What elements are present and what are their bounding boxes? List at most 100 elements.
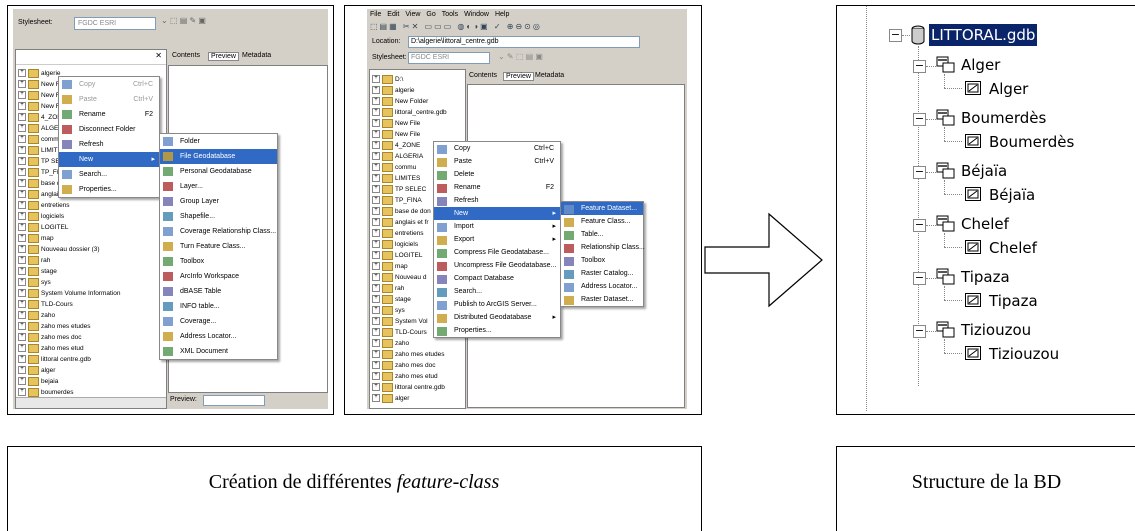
preview-select[interactable] bbox=[203, 395, 265, 406]
menu-item[interactable]: dBASE Table bbox=[160, 284, 277, 299]
menu-item[interactable]: Publish to ArcGIS Server... bbox=[434, 298, 560, 311]
tree-item[interactable]: + stage bbox=[16, 266, 166, 277]
expand-toggle-icon[interactable]: + bbox=[18, 168, 26, 177]
expand-toggle-icon[interactable]: + bbox=[18, 69, 26, 78]
menu-item[interactable]: Refresh bbox=[59, 137, 159, 152]
menu-item[interactable]: Properties... bbox=[59, 182, 159, 197]
menu-item[interactable]: Export ▸ bbox=[434, 233, 560, 246]
tree-item[interactable]: + entretiens bbox=[16, 200, 166, 211]
expand-toggle-icon[interactable]: + bbox=[372, 240, 380, 249]
menu-item[interactable]: Copy Ctrl+C bbox=[59, 77, 159, 92]
menu-item[interactable]: Toolbox bbox=[561, 254, 643, 267]
expand-toggle-icon[interactable]: + bbox=[18, 333, 26, 342]
tab-metadata[interactable]: Metadata bbox=[535, 72, 564, 79]
collapse-toggle-icon[interactable]: − bbox=[913, 60, 926, 73]
tree-item[interactable]: + littoral centre.gdb bbox=[370, 382, 465, 393]
menu-item[interactable]: Toolbox bbox=[160, 254, 277, 269]
dataset-label[interactable]: Chelef bbox=[961, 213, 1009, 235]
expand-toggle-icon[interactable]: + bbox=[18, 234, 26, 243]
expand-toggle-icon[interactable]: + bbox=[18, 212, 26, 221]
menu-item[interactable]: Search... bbox=[434, 285, 560, 298]
expand-toggle-icon[interactable]: + bbox=[372, 86, 380, 95]
menu-item[interactable]: Address Locator... bbox=[160, 329, 277, 344]
expand-toggle-icon[interactable]: + bbox=[18, 355, 26, 364]
expand-toggle-icon[interactable]: + bbox=[372, 108, 380, 117]
expand-toggle-icon[interactable]: + bbox=[372, 372, 380, 381]
feature-class-label[interactable]: Boumerdès bbox=[989, 131, 1074, 153]
feature-class-label[interactable]: Alger bbox=[989, 78, 1028, 100]
menu-item[interactable]: Turn Feature Class... bbox=[160, 239, 277, 254]
dataset-label[interactable]: Tiziouzou bbox=[961, 319, 1031, 341]
tree-item[interactable]: + zaho mes doc bbox=[16, 332, 166, 343]
menu-item[interactable]: Copy Ctrl+C bbox=[434, 142, 560, 155]
expand-toggle-icon[interactable]: + bbox=[18, 190, 26, 199]
tree-item[interactable]: + zaho mes etud bbox=[16, 343, 166, 354]
menubar-item-window[interactable]: Window bbox=[464, 11, 489, 18]
menu-item[interactable]: Delete bbox=[434, 168, 560, 181]
menu-item[interactable]: Paste Ctrl+V bbox=[434, 155, 560, 168]
menu-item[interactable]: ArcInfo Workspace bbox=[160, 269, 277, 284]
expand-toggle-icon[interactable]: + bbox=[372, 317, 380, 326]
expand-toggle-icon[interactable]: + bbox=[372, 262, 380, 271]
expand-toggle-icon[interactable]: + bbox=[372, 207, 380, 216]
expand-toggle-icon[interactable]: + bbox=[18, 311, 26, 320]
expand-toggle-icon[interactable]: + bbox=[18, 91, 26, 100]
expand-toggle-icon[interactable]: + bbox=[372, 383, 380, 392]
menu-item[interactable]: Paste Ctrl+V bbox=[59, 92, 159, 107]
collapse-toggle-icon[interactable]: − bbox=[913, 325, 926, 338]
stylesheet-select[interactable]: FGDC ESRI bbox=[408, 52, 490, 64]
tab-contents[interactable]: Contents bbox=[172, 52, 200, 59]
expand-toggle-icon[interactable]: + bbox=[18, 124, 26, 133]
expand-toggle-icon[interactable]: + bbox=[372, 97, 380, 106]
menu-item[interactable]: Coverage Relationship Class... bbox=[160, 224, 277, 239]
expand-toggle-icon[interactable]: + bbox=[372, 273, 380, 282]
tree-item[interactable]: + System Volume Information bbox=[16, 288, 166, 299]
expand-toggle-icon[interactable]: + bbox=[18, 245, 26, 254]
expand-toggle-icon[interactable]: + bbox=[18, 300, 26, 309]
toolbar-icon-row[interactable]: ⬚▤▦ ✂✕ ▭▭▭ ◍◐◑▣ ✓ ⊕⊖⊙◎ bbox=[370, 22, 542, 31]
menubar-item-view[interactable]: View bbox=[405, 11, 420, 18]
expand-toggle-icon[interactable]: + bbox=[372, 229, 380, 238]
menu-item[interactable]: Refresh bbox=[434, 194, 560, 207]
tree-item[interactable]: + sys bbox=[16, 277, 166, 288]
menu-item[interactable]: Disconnect Folder bbox=[59, 122, 159, 137]
tree-item[interactable]: + zaho mes etudes bbox=[370, 349, 465, 360]
expand-toggle-icon[interactable]: + bbox=[372, 339, 380, 348]
menu-item[interactable]: Feature Class... bbox=[561, 215, 643, 228]
dataset-label[interactable]: Béjaïa bbox=[961, 160, 1007, 182]
expand-toggle-icon[interactable]: + bbox=[372, 163, 380, 172]
menu-item[interactable]: Folder bbox=[160, 134, 277, 149]
menu-item[interactable]: Distributed Geodatabase ▸ bbox=[434, 311, 560, 324]
menu-item[interactable]: Table... bbox=[561, 228, 643, 241]
menu-item[interactable]: Address Locator... bbox=[561, 280, 643, 293]
menu-item[interactable]: Import ▸ bbox=[434, 220, 560, 233]
collapse-toggle-icon[interactable]: − bbox=[913, 219, 926, 232]
menu-item[interactable]: Feature Dataset... bbox=[561, 202, 643, 215]
expand-toggle-icon[interactable]: + bbox=[372, 295, 380, 304]
tree-scrollbar[interactable] bbox=[16, 397, 166, 408]
feature-class-label[interactable]: Chelef bbox=[989, 237, 1037, 259]
menu-item[interactable]: Layer... bbox=[160, 179, 277, 194]
menu-item[interactable]: Rename F2 bbox=[434, 181, 560, 194]
tab-metadata[interactable]: Metadata bbox=[242, 52, 271, 59]
expand-toggle-icon[interactable]: + bbox=[372, 119, 380, 128]
menu-item[interactable]: Compact Database bbox=[434, 272, 560, 285]
collapse-toggle-icon[interactable]: − bbox=[889, 29, 902, 42]
menubar-item-file[interactable]: File bbox=[370, 11, 381, 18]
menubar-item-edit[interactable]: Edit bbox=[387, 11, 399, 18]
location-input[interactable]: D:\algerie\littoral_centre.gdb bbox=[408, 36, 640, 48]
tab-preview[interactable]: Preview bbox=[208, 52, 239, 61]
root-node-label[interactable]: LITTORAL.gdb bbox=[929, 24, 1038, 46]
tree-item[interactable]: + bejaia bbox=[16, 376, 166, 387]
stylesheet-tools[interactable]: ⌄ ✎ ⬚ ▤ ▣ bbox=[498, 52, 543, 61]
expand-toggle-icon[interactable]: + bbox=[372, 361, 380, 370]
tree-item[interactable]: + LOGITEL bbox=[16, 222, 166, 233]
menu-item[interactable]: New ▸ bbox=[59, 152, 159, 167]
expand-toggle-icon[interactable]: + bbox=[18, 113, 26, 122]
expand-toggle-icon[interactable]: + bbox=[372, 185, 380, 194]
stylesheet-select[interactable]: FGDC ESRI bbox=[74, 17, 156, 30]
tree-item[interactable]: + zaho mes etud bbox=[370, 371, 465, 382]
tab-contents[interactable]: Contents bbox=[469, 72, 497, 79]
expand-toggle-icon[interactable]: + bbox=[18, 157, 26, 166]
menu-item[interactable]: Shapefile... bbox=[160, 209, 277, 224]
